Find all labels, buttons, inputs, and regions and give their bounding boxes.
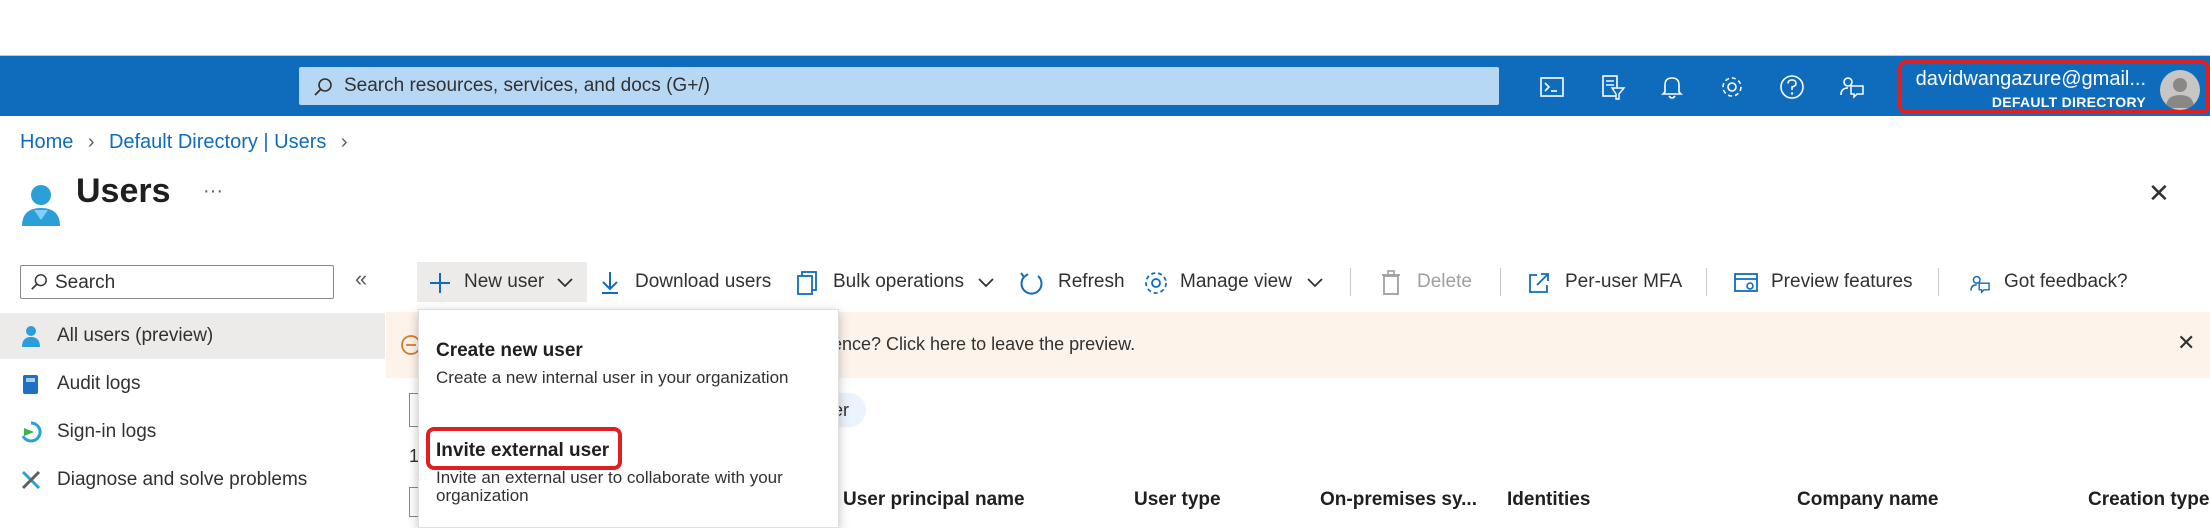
account-name: davidwangazure@gmail...: [1915, 68, 2146, 90]
toolbar-divider: [1500, 268, 1501, 296]
new-user-dropdown: Create new user Create a new internal us…: [418, 309, 839, 528]
download-users-label: Download users: [635, 271, 772, 292]
chevron-down-icon: [1307, 278, 1323, 288]
menu-item-description: Invite an external user to collaborate w…: [436, 468, 783, 505]
nav-item-sign-in-logs[interactable]: Sign-in logs: [0, 409, 385, 455]
got-feedback-button[interactable]: Got feedback?: [1966, 262, 2136, 302]
global-search-input[interactable]: Search resources, services, and docs (G+…: [299, 67, 1499, 105]
column-user-principal-name[interactable]: User principal name: [843, 489, 1025, 511]
page-title: Users: [76, 172, 171, 210]
trash-icon: [1382, 270, 1400, 295]
avatar-silhouette-icon: [2166, 78, 2194, 108]
download-users-button[interactable]: Download users: [598, 262, 778, 302]
refresh-label: Refresh: [1058, 271, 1125, 292]
breadcrumb: Home › Default Directory | Users ›: [20, 131, 348, 154]
nav-item-label: Sign-in logs: [57, 421, 157, 442]
nav-search-placeholder: Search: [55, 272, 116, 293]
nav-item-diagnose[interactable]: Diagnose and solve problems: [0, 457, 385, 503]
new-user-button[interactable]: New user: [417, 262, 587, 302]
collapse-nav-button[interactable]: «: [355, 266, 367, 292]
got-feedback-label: Got feedback?: [2004, 271, 2128, 292]
chevron-down-icon: [978, 278, 994, 288]
feedback-icon[interactable]: [1835, 70, 1869, 104]
menu-item-description: Create a new internal user in your organ…: [436, 368, 789, 387]
users-blade-icon: [22, 185, 60, 226]
preview-features-label: Preview features: [1771, 271, 1913, 292]
menu-item-create-new-user[interactable]: Create new user Create a new internal us…: [419, 310, 838, 410]
more-options-button[interactable]: ···: [203, 180, 223, 203]
add-icon: [430, 273, 450, 293]
sign-in-icon: [21, 421, 42, 443]
breadcrumb-directory-users[interactable]: Default Directory | Users: [109, 131, 326, 153]
refresh-icon: [1020, 272, 1043, 295]
settings-icon: [1145, 272, 1167, 294]
directory-filter-icon[interactable]: [1595, 70, 1629, 104]
nav-item-label: All users (preview): [57, 325, 214, 346]
chevron-right-icon: ›: [340, 131, 348, 153]
download-icon: [602, 272, 618, 294]
search-icon: [314, 78, 332, 96]
manage-view-button[interactable]: Manage view: [1143, 262, 1329, 302]
bulk-operations-button[interactable]: Bulk operations: [796, 262, 1000, 302]
bulk-operations-icon: [797, 271, 817, 295]
external-link-icon: [1529, 273, 1549, 293]
cloud-shell-icon[interactable]: [1535, 70, 1569, 104]
menu-item-title: Create new user: [436, 340, 583, 361]
bulk-operations-label: Bulk operations: [833, 271, 964, 292]
new-user-label: New user: [464, 271, 545, 292]
delete-button[interactable]: Delete: [1380, 262, 1480, 302]
user-icon: [22, 326, 40, 347]
wrench-icon: [21, 470, 41, 490]
settings-icon[interactable]: [1715, 70, 1749, 104]
toolbar-divider: [1706, 268, 1707, 296]
per-user-mfa-label: Per-user MFA: [1565, 271, 1683, 292]
preview-features-button[interactable]: Preview features: [1733, 262, 1915, 302]
delete-label: Delete: [1417, 271, 1472, 292]
nav-item-audit-logs[interactable]: Audit logs: [0, 361, 385, 407]
global-search-placeholder: Search resources, services, and docs (G+…: [344, 75, 710, 96]
toolbar-divider: [1350, 268, 1351, 296]
per-user-mfa-button[interactable]: Per-user MFA: [1527, 262, 1687, 302]
column-user-type[interactable]: User type: [1134, 489, 1221, 511]
column-creation-type[interactable]: Creation type: [2088, 489, 2209, 511]
notifications-icon[interactable]: [1655, 70, 1689, 104]
column-on-premises-sync[interactable]: On-premises sy...: [1320, 489, 1477, 511]
close-banner-button[interactable]: ✕: [2177, 330, 2195, 356]
avatar[interactable]: [2160, 70, 2200, 110]
nav-item-label: Audit logs: [57, 373, 141, 394]
chevron-right-icon: ›: [87, 131, 95, 153]
refresh-button[interactable]: Refresh: [1018, 262, 1125, 302]
audit-log-icon: [23, 375, 38, 394]
nav-item-all-users[interactable]: All users (preview): [0, 313, 385, 359]
chevron-down-icon: [557, 278, 573, 288]
preview-banner-text[interactable]: ence? Click here to leave the preview.: [832, 334, 1135, 355]
column-company-name[interactable]: Company name: [1797, 489, 1938, 511]
close-blade-button[interactable]: ✕: [2148, 178, 2170, 209]
nav-search-input[interactable]: Search: [20, 265, 334, 299]
account-manager[interactable]: davidwangazure@gmail... DEFAULT DIRECTOR…: [1898, 60, 2210, 114]
breadcrumb-home[interactable]: Home: [20, 131, 73, 153]
search-icon: [31, 274, 47, 290]
account-directory: DEFAULT DIRECTORY: [1991, 94, 2146, 110]
feedback-icon: [1970, 275, 1990, 294]
column-identities[interactable]: Identities: [1507, 489, 1590, 511]
highlight-annotation: [426, 427, 622, 470]
nav-item-label: Diagnose and solve problems: [57, 469, 308, 490]
toolbar-divider: [1938, 268, 1939, 296]
manage-view-label: Manage view: [1180, 271, 1292, 292]
preview-features-icon: [1734, 273, 1758, 292]
help-icon[interactable]: [1775, 70, 1809, 104]
